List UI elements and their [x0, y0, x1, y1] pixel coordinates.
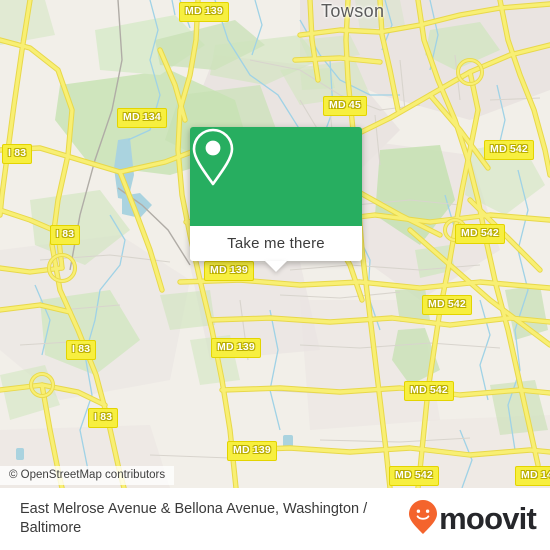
footer-bar: East Melrose Avenue & Bellona Avenue, Wa… — [0, 488, 550, 550]
road-shield-md-139: MD 139 — [179, 2, 229, 22]
map-attribution[interactable]: © OpenStreetMap contributors — [0, 466, 175, 485]
location-callout-card[interactable]: Take me there — [190, 127, 362, 272]
callout-pin-area — [190, 127, 362, 226]
road-shield-md-542: MD 542 — [404, 381, 454, 401]
moovit-map-screen: .land { fill:#f2efe9; } .urban { fill:#e… — [0, 0, 550, 550]
map-canvas[interactable]: .land { fill:#f2efe9; } .urban { fill:#e… — [0, 0, 550, 488]
moovit-pin-icon — [408, 499, 438, 540]
location-title: East Melrose Avenue & Bellona Avenue, Wa… — [20, 501, 368, 536]
moovit-wordmark: moovit — [439, 501, 537, 536]
road-shield-md-542: MD 542 — [484, 140, 534, 160]
callout-tail — [265, 261, 287, 272]
road-shield-i-83: I 83 — [88, 408, 119, 428]
road-shield-md-542: MD 542 — [422, 295, 472, 315]
road-shield-i-83: I 83 — [2, 144, 33, 164]
take-me-there-label: Take me there — [227, 235, 325, 252]
moovit-brand[interactable]: moovit — [408, 499, 550, 540]
road-shield-md-45: MD 45 — [323, 96, 367, 116]
road-shield-i-83: I 83 — [50, 225, 81, 245]
road-shield-md-542: MD 542 — [455, 224, 505, 244]
road-shield-i-83: I 83 — [66, 340, 97, 360]
take-me-there-button[interactable]: Take me there — [190, 226, 362, 272]
road-shield-md-134: MD 134 — [117, 108, 167, 128]
road-shield-md-139: MD 139 — [227, 441, 277, 461]
road-shield-md-147: MD 14 — [515, 466, 550, 486]
road-shield-md-542: MD 542 — [389, 466, 439, 486]
map-place-label-towson: Towson — [321, 1, 385, 21]
road-shield-md-139: MD 139 — [211, 338, 261, 358]
road-shield-md-139: MD 139 — [204, 261, 254, 281]
